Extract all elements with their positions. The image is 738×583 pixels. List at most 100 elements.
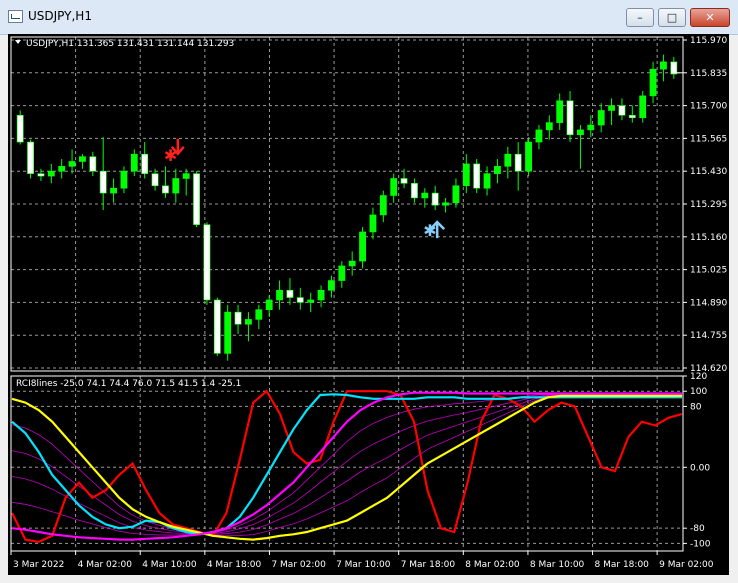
time-axis-label: 7 Mar 10:00 xyxy=(336,560,391,570)
candle-body xyxy=(400,178,408,184)
candle-body xyxy=(660,61,667,70)
candle-body xyxy=(68,161,76,167)
candle-body xyxy=(556,100,564,123)
candle-body xyxy=(535,129,543,143)
candle-body xyxy=(473,163,481,189)
candle-body xyxy=(525,141,532,172)
candle-body xyxy=(307,299,315,303)
rci-line-intermediate xyxy=(11,393,682,535)
price-axis-label: 115.430 xyxy=(690,167,727,177)
time-axis-label: 7 Mar 18:00 xyxy=(401,560,456,570)
candle-body xyxy=(483,173,491,189)
candle-body xyxy=(172,178,180,194)
candle-body xyxy=(577,129,584,136)
candle-body xyxy=(286,289,294,298)
candle-body xyxy=(296,297,304,303)
candle-body xyxy=(566,100,574,136)
time-axis-label: 7 Mar 02:00 xyxy=(271,560,326,570)
candle-body xyxy=(276,289,283,301)
rci-line-intermediate xyxy=(11,394,682,535)
candle-body xyxy=(151,173,159,187)
candle-body xyxy=(79,156,86,162)
indicator-header: RCI8lines -25.0 74.1 74.4 76.0 71.5 41.5… xyxy=(16,379,241,389)
chart-window-icon xyxy=(8,10,23,23)
chart-frame: ✱ ✱ 115.970 115.835 115.700 115.565 115.430 11… xyxy=(8,34,729,575)
candle-body xyxy=(193,173,200,225)
price-axis-label: 114.890 xyxy=(690,298,727,308)
candle-body xyxy=(514,153,522,172)
indicator-lines xyxy=(11,389,683,544)
candle-body xyxy=(317,289,325,301)
symbol-dropdown-icon[interactable] xyxy=(15,40,21,44)
time-axis-label: 4 Mar 10:00 xyxy=(142,560,197,570)
grid-lines xyxy=(11,37,683,551)
price-axis-label: 115.700 xyxy=(690,102,727,112)
main-chart-header: USDJPY,H1 131.365 131.431 131.144 131.29… xyxy=(26,39,234,49)
candles xyxy=(16,54,678,361)
time-axis-label: 8 Mar 10:00 xyxy=(530,560,585,570)
close-button[interactable]: ✕ xyxy=(690,8,730,27)
candle-body xyxy=(99,170,107,194)
candle-body xyxy=(545,122,553,131)
candle-body xyxy=(27,141,34,174)
price-axis-label: 115.295 xyxy=(690,200,727,210)
candle-body xyxy=(608,105,615,111)
candle-body xyxy=(245,319,252,325)
level-axis-label: -100 xyxy=(690,539,711,549)
candle-body xyxy=(47,170,55,177)
window-title: USDJPY,H1 xyxy=(28,9,92,23)
candle-body xyxy=(58,166,66,172)
candle-body xyxy=(182,173,190,179)
minimize-button[interactable]: – xyxy=(626,8,654,27)
candle-body xyxy=(442,202,449,206)
candle-body xyxy=(338,265,346,281)
window-titlebar: USDJPY,H1 – □ ✕ xyxy=(0,0,738,35)
level-axis-label: 0.00 xyxy=(690,463,710,473)
candle-body xyxy=(203,224,211,301)
level-axis-label: 120 xyxy=(690,372,707,382)
time-axis-label: 8 Mar 02:00 xyxy=(465,560,520,570)
candle-body xyxy=(639,95,647,119)
sell-star-icon: ✱ xyxy=(164,146,177,165)
minimize-icon: – xyxy=(637,11,643,24)
candle-body xyxy=(16,115,24,143)
candle-body xyxy=(587,124,595,131)
close-icon: ✕ xyxy=(705,11,715,24)
candle-body xyxy=(224,311,232,354)
candle-body xyxy=(265,299,273,310)
maximize-icon: □ xyxy=(666,11,678,24)
candle-body xyxy=(359,231,366,262)
candle-body xyxy=(110,187,117,194)
time-axis-label: 3 Mar 2022 xyxy=(13,560,64,570)
price-axis-label: 115.025 xyxy=(690,266,727,276)
candle-body xyxy=(255,309,263,320)
level-axis-label: -80 xyxy=(690,524,705,534)
candle-body xyxy=(494,166,501,174)
time-axis-label: 8 Mar 18:00 xyxy=(595,560,650,570)
candle-body xyxy=(390,178,398,196)
candle-body xyxy=(670,61,678,75)
price-axis-label: 114.755 xyxy=(690,331,727,341)
candle-body xyxy=(328,280,335,291)
rci-line xyxy=(11,391,682,541)
candle-body xyxy=(37,173,45,177)
price-axis-label: 115.565 xyxy=(690,134,727,144)
candle-body xyxy=(618,105,626,116)
time-axis-label: 4 Mar 02:00 xyxy=(78,560,133,570)
rci-line-intermediate xyxy=(11,394,682,536)
candle-body xyxy=(504,153,512,167)
candle-body xyxy=(421,192,429,199)
rci-line xyxy=(11,393,682,536)
candle-body xyxy=(431,192,439,206)
chart-canvas[interactable]: ✱✱ 115.970115.835115.700115.565115.43011… xyxy=(8,34,729,575)
candle-body xyxy=(649,68,657,97)
time-axis-label: 9 Mar 02:00 xyxy=(659,560,714,570)
axis-labels: 115.970 115.835 115.700 115.565 115.430 115.2… xyxy=(10,36,727,570)
candle-body xyxy=(162,185,169,194)
candle-body xyxy=(130,153,138,172)
candle-body xyxy=(141,153,149,174)
candle-body xyxy=(89,156,97,172)
level-axis-label: 100 xyxy=(690,387,707,397)
candle-body xyxy=(411,183,418,199)
maximize-button[interactable]: □ xyxy=(658,8,686,27)
